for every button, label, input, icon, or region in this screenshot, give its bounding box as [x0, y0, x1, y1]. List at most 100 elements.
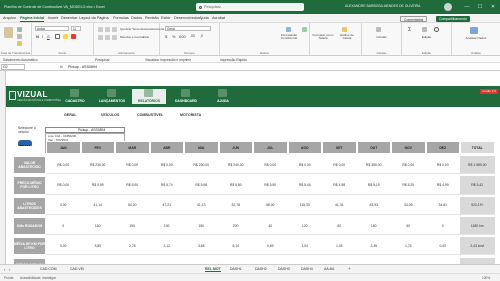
autosave-toggle[interactable]: Salvamento Automático: [3, 58, 38, 62]
value-cell[interactable]: 60: [322, 217, 357, 236]
tab-lancamentos[interactable]: LANÇAMENTOS: [95, 89, 129, 104]
total-cell[interactable]: R$ 1.980,00: [460, 156, 495, 175]
value-cell[interactable]: 63,93: [356, 197, 391, 215]
find-select-icon[interactable]: [434, 27, 439, 32]
cut-icon[interactable]: [17, 27, 22, 32]
menu-desenvolvedor[interactable]: Desenvolvedor: [174, 16, 199, 20]
value-cell[interactable]: 150: [115, 217, 150, 236]
menu-pagina-inicial[interactable]: Página Inicial: [20, 16, 45, 22]
subtab-combustivel[interactable]: COMBUSTÍVEL: [137, 113, 163, 117]
number-format-field[interactable]: Geral: [165, 26, 211, 31]
borders-icon[interactable]: [55, 34, 60, 39]
qat-print-preview[interactable]: Visualizar Impressão e Imprimir: [145, 58, 191, 62]
value-cell[interactable]: R$ 0,00: [46, 156, 81, 175]
increase-decimal-icon[interactable]: ,00: [190, 34, 195, 38]
align-middle-icon[interactable]: [105, 27, 110, 32]
menu-revisao[interactable]: Revisão: [145, 16, 159, 20]
value-cell[interactable]: 0: [46, 217, 81, 236]
value-cell[interactable]: R$ 0,00: [253, 156, 288, 175]
comments-button[interactable]: Comentários: [400, 15, 428, 22]
wrap-text-button[interactable]: Quebrar Texto Automaticamente: [120, 27, 164, 31]
align-bottom-icon[interactable]: [112, 27, 117, 32]
value-cell[interactable]: R$ 0,00: [425, 156, 460, 175]
value-cell[interactable]: 115,33: [287, 197, 322, 215]
value-cell[interactable]: 2,35: [356, 237, 391, 256]
value-cell[interactable]: 34,81: [425, 197, 460, 215]
value-cell[interactable]: 150: [356, 217, 391, 236]
value-cell[interactable]: 0: [425, 217, 460, 236]
menu-desenhar[interactable]: Desenhar: [61, 16, 77, 20]
value-cell[interactable]: R$ 5,98: [184, 176, 219, 195]
conditional-format-button[interactable]: Formatação Condicional: [280, 33, 298, 41]
value-cell[interactable]: R$ 0,00: [391, 156, 426, 175]
value-cell[interactable]: R$ 5,20: [391, 176, 426, 195]
menu-formulas[interactable]: Fórmulas: [113, 16, 129, 20]
sort-filter-icon[interactable]: [422, 27, 427, 32]
value-cell[interactable]: 58,00: [253, 197, 288, 215]
value-cell[interactable]: 6,10: [218, 237, 253, 256]
value-cell[interactable]: R$ 0,00: [287, 156, 322, 175]
cells-button[interactable]: Células: [362, 35, 401, 39]
value-cell[interactable]: R$ 0,00: [322, 156, 357, 175]
value-cell[interactable]: 54,00: [115, 197, 150, 215]
align-center-icon[interactable]: [105, 35, 110, 40]
total-cell[interactable]: 1180 km: [460, 216, 495, 236]
fill-color-icon[interactable]: [63, 34, 68, 39]
minimize-icon[interactable]: —: [463, 3, 471, 11]
sheet-tab-cad-vei[interactable]: CAD.VEI: [70, 267, 84, 271]
menu-ajuda[interactable]: Ajuda: [199, 16, 209, 20]
editing-button[interactable]: Edição: [402, 35, 451, 39]
value-cell[interactable]: R$ 5,90: [253, 176, 288, 195]
tab-dashboard[interactable]: DASHBOARD: [169, 89, 203, 104]
value-cell[interactable]: 0,00: [46, 197, 81, 215]
value-cell[interactable]: 1,45: [322, 237, 357, 256]
value-cell[interactable]: R$ 0,00: [46, 176, 81, 195]
tab-ajuda[interactable]: AJUDA: [206, 89, 240, 104]
value-cell[interactable]: 0,00: [425, 237, 460, 256]
menu-inserir[interactable]: Inserir: [48, 16, 59, 20]
cell-styles-icon[interactable]: [342, 27, 347, 32]
align-top-icon[interactable]: [98, 27, 103, 32]
value-cell[interactable]: 2,78: [115, 237, 150, 256]
tab-cadastro[interactable]: CADASTRO: [58, 89, 92, 104]
value-cell[interactable]: R$ 0,00: [149, 156, 184, 175]
underline-icon[interactable]: S: [47, 34, 50, 39]
font-color-icon[interactable]: [71, 34, 76, 39]
accessibility-status[interactable]: Acessibilidade: investigar: [20, 276, 56, 280]
sheet-tab-dash2[interactable]: DASH2: [255, 267, 267, 271]
cell-styles-button[interactable]: Estilos de Célula: [336, 33, 358, 41]
value-cell[interactable]: R$ 4,99: [425, 176, 460, 195]
maximize-icon[interactable]: ☐: [476, 3, 484, 11]
italic-icon[interactable]: I: [42, 34, 43, 39]
total-cell[interactable]: 520,19 l: [460, 196, 495, 215]
sheet-tab-rel-mot[interactable]: REL.MOT: [205, 267, 221, 272]
decrease-decimal-icon[interactable]: ,0: [200, 34, 203, 38]
fx-icon[interactable]: fx: [60, 65, 63, 69]
font-name-field[interactable]: Aptos: [35, 26, 69, 31]
value-cell[interactable]: 200: [218, 217, 253, 236]
cells-icon[interactable]: [376, 27, 381, 32]
value-cell[interactable]: 0,00: [46, 237, 81, 256]
user-name[interactable]: ALEXANDRE BARBOSA MENDES DE OLIVEIRA: [345, 4, 420, 8]
align-left-icon[interactable]: [98, 35, 103, 40]
value-cell[interactable]: 1,04: [287, 237, 322, 256]
value-cell[interactable]: 47,21: [149, 197, 184, 215]
value-cell[interactable]: R$ 5,44: [287, 176, 322, 195]
avatar[interactable]: [444, 3, 452, 11]
menu-exibir[interactable]: Exibir: [161, 16, 171, 20]
value-cell[interactable]: 2,12: [149, 237, 184, 256]
total-cell[interactable]: R$ 5,42: [460, 176, 495, 195]
sheet-tab-cad-com[interactable]: CAD.COM: [40, 267, 57, 271]
format-table-icon[interactable]: [302, 27, 307, 32]
qat-search[interactable]: Pesquisar: [95, 58, 110, 62]
align-right-icon[interactable]: [112, 35, 117, 40]
value-cell[interactable]: 3,89: [80, 237, 115, 256]
value-cell[interactable]: R$ 230,00: [184, 156, 219, 175]
sheet-tab-dash1[interactable]: DASH1: [230, 267, 242, 271]
value-cell[interactable]: R$ 5,59: [80, 176, 115, 195]
value-cell[interactable]: 3,65: [184, 237, 219, 256]
value-cell[interactable]: 40: [253, 217, 288, 236]
font-size-field[interactable]: 11: [71, 26, 81, 31]
value-cell[interactable]: 41,31: [322, 197, 357, 215]
value-cell[interactable]: 60: [391, 217, 426, 236]
